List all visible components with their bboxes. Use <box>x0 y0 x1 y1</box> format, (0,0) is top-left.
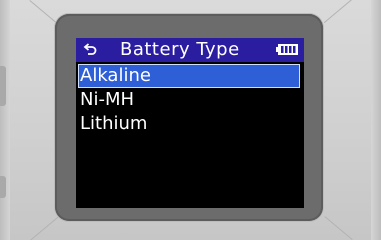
bezel-bevel-line <box>30 216 59 240</box>
menu-item-lithium[interactable]: Lithium <box>78 112 300 136</box>
menu-item-ni-mh[interactable]: Ni-MH <box>78 88 300 112</box>
bezel-bevel-line <box>29 0 58 24</box>
menu-item-alkaline[interactable]: Alkaline <box>78 64 300 88</box>
bezel-bevel-line <box>323 0 352 24</box>
lcd-screen: Battery Type Alkaline Ni-MH Lithium <box>76 38 304 208</box>
side-button-lower[interactable] <box>0 176 6 198</box>
device-left-edge <box>0 0 10 240</box>
side-button-upper[interactable] <box>0 66 6 106</box>
bezel-bevel-line <box>324 216 353 240</box>
page-title: Battery Type <box>120 39 240 60</box>
device-body: Battery Type Alkaline Ni-MH Lithium <box>0 0 381 240</box>
device-right-edge <box>371 0 381 240</box>
back-arrow-icon[interactable] <box>82 42 98 58</box>
title-bar: Battery Type <box>76 38 304 62</box>
battery-icon <box>276 44 298 55</box>
